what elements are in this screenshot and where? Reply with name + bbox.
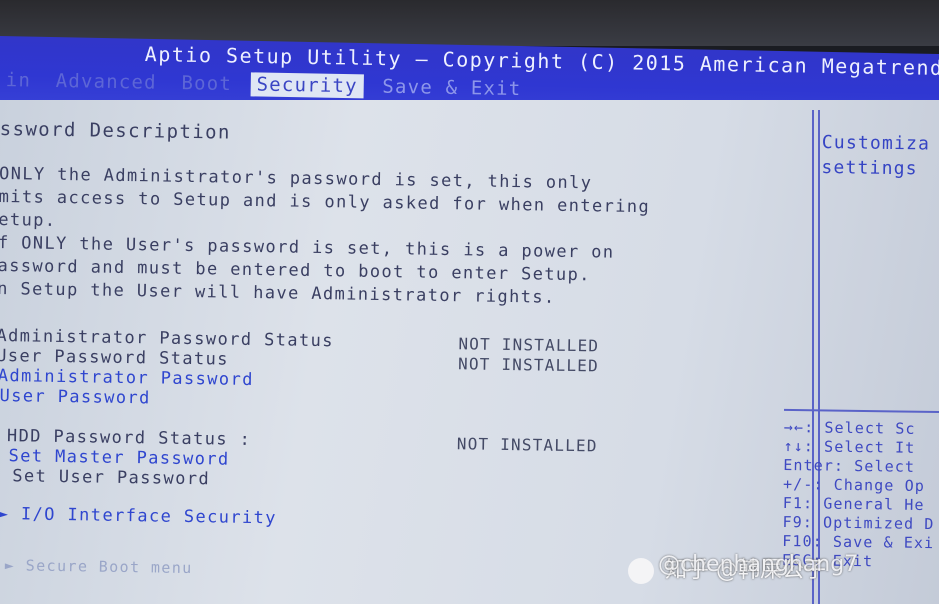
watermark: 知乎 @韩屎公子 @chenhanghang7 — [628, 552, 858, 584]
secure-boot-menu-label: Secure Boot menu — [25, 556, 193, 578]
description-line: etup. — [0, 209, 57, 231]
help-text: Customiza settings — [821, 130, 930, 182]
tab-boot[interactable]: Boot — [175, 71, 238, 96]
set-user-password-item[interactable]: Set User Password — [12, 466, 210, 489]
key-hint: →←: Select Sc — [783, 418, 916, 438]
help-line: settings — [821, 156, 918, 180]
io-interface-security-label: I/O Interface Security — [20, 504, 278, 529]
key-legend: →←: Select Sc ↑↓: Select It Enter: Selec… — [782, 418, 936, 572]
secure-boot-menu-item[interactable]: ► Secure Boot menu — [5, 556, 193, 577]
watermark-overlay-text: @chenhanghang7 — [658, 552, 859, 577]
paw-icon — [628, 558, 654, 584]
submenu-arrow-icon: ► — [0, 504, 10, 525]
key-hint: F9: Optimized D — [782, 512, 935, 534]
hdd-password-status-value: NOT INSTALLED — [456, 434, 598, 456]
key-hint: Enter: Select — [783, 455, 916, 476]
bios-screen: Aptio Setup Utility – Copyright (C) 2015… — [0, 0, 939, 604]
io-interface-security-item[interactable]: ► I/O Interface Security — [0, 504, 277, 528]
admin-password-status-value: NOT INSTALLED — [458, 334, 600, 356]
key-hint: F10: Save & Exi — [782, 531, 935, 553]
tab-save-exit[interactable]: Save & Exit — [376, 75, 527, 102]
security-content: ssword Description ONLY the Administrato… — [0, 112, 820, 604]
help-line: Customiza — [821, 131, 931, 155]
user-password-item[interactable]: User Password — [0, 386, 151, 408]
key-hint: F1: General He — [782, 493, 925, 514]
key-hint: ↑↓: Select It — [783, 436, 916, 457]
user-password-status-value: NOT INSTALLED — [457, 354, 600, 376]
tab-security[interactable]: Security — [250, 72, 364, 99]
password-description-heading: ssword Description — [0, 117, 231, 144]
submenu-arrow-icon: ► — [4, 556, 16, 575]
tab-advanced[interactable]: Advanced — [49, 69, 163, 95]
tab-main[interactable]: in — [0, 68, 37, 93]
key-hint: +/-: Change Op — [782, 474, 926, 495]
